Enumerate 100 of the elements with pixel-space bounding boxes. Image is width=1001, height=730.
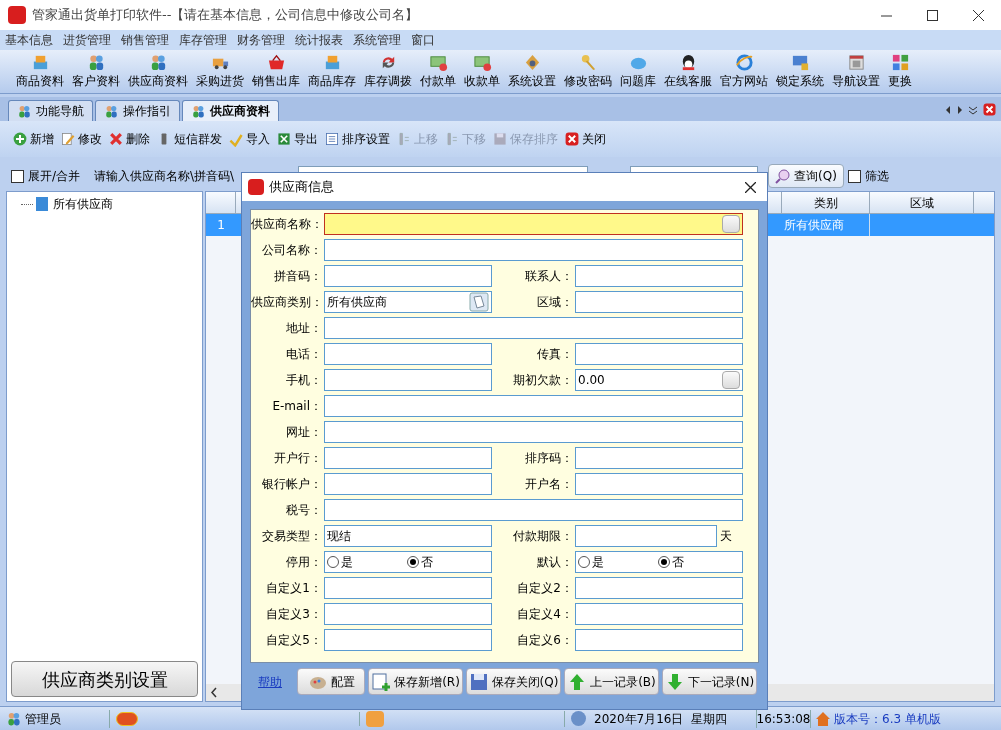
dialog-button[interactable]: 上一记录(B) bbox=[564, 668, 659, 695]
menu-item[interactable]: 窗口 bbox=[406, 31, 440, 49]
toolbar-button[interactable]: 库存调拨 bbox=[360, 53, 416, 93]
column-header[interactable]: 类别 bbox=[782, 192, 870, 213]
toolbar-button[interactable]: 商品资料 bbox=[12, 53, 68, 93]
radio-label: 是 bbox=[341, 554, 353, 571]
field-label: 供应商类别： bbox=[251, 294, 324, 311]
input-field[interactable] bbox=[324, 629, 492, 651]
book-icon[interactable] bbox=[469, 292, 489, 312]
tab[interactable]: 功能导航 bbox=[8, 100, 93, 121]
radio-button[interactable] bbox=[578, 556, 590, 568]
toolbar-button[interactable]: 采购进货 bbox=[192, 53, 248, 93]
action-button[interactable]: 短信群发 bbox=[156, 130, 222, 148]
input-field[interactable] bbox=[324, 343, 492, 365]
left-arrow-icon[interactable] bbox=[944, 104, 952, 115]
menu-item[interactable]: 销售管理 bbox=[116, 31, 174, 49]
input-field[interactable] bbox=[575, 603, 743, 625]
people-icon bbox=[191, 103, 206, 119]
input-field[interactable] bbox=[575, 473, 743, 495]
input-field[interactable] bbox=[575, 525, 717, 547]
close-icon bbox=[972, 9, 984, 21]
input-field[interactable] bbox=[575, 447, 743, 469]
toolbar-button[interactable]: 销售出库 bbox=[248, 53, 304, 93]
dialog-button[interactable]: 配置 bbox=[297, 668, 365, 695]
action-button[interactable]: 关闭 bbox=[564, 130, 606, 148]
tab[interactable]: 供应商资料 bbox=[182, 100, 279, 121]
input-field[interactable] bbox=[575, 291, 743, 313]
input-field[interactable] bbox=[324, 447, 492, 469]
tree-item[interactable]: 所有供应商 bbox=[51, 195, 115, 213]
field-label: 自定义2： bbox=[516, 580, 574, 597]
input-field[interactable] bbox=[324, 473, 492, 495]
dialog-button[interactable]: 保存关闭(Q) bbox=[466, 668, 561, 695]
toolbar-button[interactable]: 客户资料 bbox=[68, 53, 124, 93]
dialog-button[interactable]: 保存新增(R) bbox=[368, 668, 463, 695]
input-field[interactable] bbox=[324, 603, 492, 625]
input-field[interactable] bbox=[324, 369, 492, 391]
menu-item[interactable]: 进货管理 bbox=[58, 31, 116, 49]
maximize-icon bbox=[926, 9, 938, 21]
toolbar-button[interactable]: 付款单 bbox=[416, 53, 460, 93]
category-settings-button[interactable]: 供应商类别设置 bbox=[11, 661, 198, 697]
input-field[interactable] bbox=[324, 239, 743, 261]
action-button[interactable]: 删除 bbox=[108, 130, 150, 148]
column-header[interactable]: 区域 bbox=[870, 192, 974, 213]
toolbar-button[interactable]: 官方网站 bbox=[716, 53, 772, 93]
menu-item[interactable]: 库存管理 bbox=[174, 31, 232, 49]
expand-checkbox[interactable] bbox=[11, 169, 24, 183]
tab[interactable]: 操作指引 bbox=[95, 100, 180, 121]
toolbar-button[interactable]: 在线客服 bbox=[660, 53, 716, 93]
input-field[interactable] bbox=[324, 577, 492, 599]
input-field[interactable] bbox=[324, 213, 743, 235]
filter-checkbox[interactable] bbox=[847, 169, 861, 183]
input-field[interactable]: 现结 bbox=[324, 525, 492, 547]
input-field[interactable] bbox=[575, 577, 743, 599]
query-button[interactable]: 查询(Q) bbox=[768, 164, 844, 188]
toolbar-button[interactable]: 商品库存 bbox=[304, 53, 360, 93]
menu-item[interactable]: 统计报表 bbox=[290, 31, 348, 49]
action-button[interactable]: 新增 bbox=[12, 130, 54, 148]
input-field[interactable]: 0.00 bbox=[575, 369, 743, 391]
close-box-icon bbox=[982, 102, 997, 117]
toolbar-button[interactable]: 锁定系统 bbox=[772, 53, 828, 93]
radio-button[interactable] bbox=[327, 556, 339, 568]
toolbar-button[interactable]: 导航设置 bbox=[828, 53, 884, 93]
menu-item[interactable]: 财务管理 bbox=[232, 31, 290, 49]
radio-button[interactable] bbox=[407, 556, 419, 568]
dialog-button[interactable]: 下一记录(N) bbox=[662, 668, 757, 695]
action-button[interactable]: 排序设置 bbox=[324, 130, 390, 148]
toolbar-button[interactable]: 收款单 bbox=[460, 53, 504, 93]
input-field[interactable] bbox=[575, 265, 743, 287]
plus-icon bbox=[12, 131, 28, 147]
field-label: 手机： bbox=[285, 372, 323, 389]
menu-item[interactable]: 系统管理 bbox=[348, 31, 406, 49]
input-field[interactable] bbox=[324, 317, 743, 339]
toolbar-button[interactable]: 问题库 bbox=[616, 53, 660, 93]
app-logo-icon bbox=[248, 179, 264, 195]
help-link[interactable]: 帮助 bbox=[258, 672, 282, 691]
field-label: 自定义3： bbox=[265, 606, 323, 623]
action-button[interactable]: 导入 bbox=[228, 130, 270, 148]
close-icon bbox=[744, 181, 756, 193]
globe-icon bbox=[571, 711, 586, 726]
input-field[interactable] bbox=[324, 421, 743, 443]
input-field[interactable]: 所有供应商 bbox=[324, 291, 492, 313]
action-button[interactable]: 导出 bbox=[276, 130, 318, 148]
toolbar-button[interactable]: 系统设置 bbox=[504, 53, 560, 93]
right-arrow-icon[interactable] bbox=[956, 104, 964, 115]
input-field[interactable] bbox=[324, 265, 492, 287]
input-field[interactable] bbox=[324, 499, 743, 521]
action-button[interactable]: 修改 bbox=[60, 130, 102, 148]
toolbar-button[interactable]: 供应商资料 bbox=[124, 53, 192, 93]
radio-button[interactable] bbox=[658, 556, 670, 568]
ellipsis-button[interactable] bbox=[722, 215, 740, 233]
menu-item[interactable]: 基本信息 bbox=[0, 31, 58, 49]
toolbar-button[interactable]: 修改密码 bbox=[560, 53, 616, 93]
toolbar-button[interactable]: 更换 bbox=[884, 53, 916, 93]
status-time: 16:53:08 bbox=[756, 710, 811, 728]
input-field[interactable] bbox=[575, 629, 743, 651]
ellipsis-button[interactable] bbox=[722, 371, 740, 389]
chevron-down-icon[interactable] bbox=[968, 104, 978, 115]
input-field[interactable] bbox=[324, 395, 743, 417]
field-label: 拼音码： bbox=[273, 268, 323, 285]
input-field[interactable] bbox=[575, 343, 743, 365]
